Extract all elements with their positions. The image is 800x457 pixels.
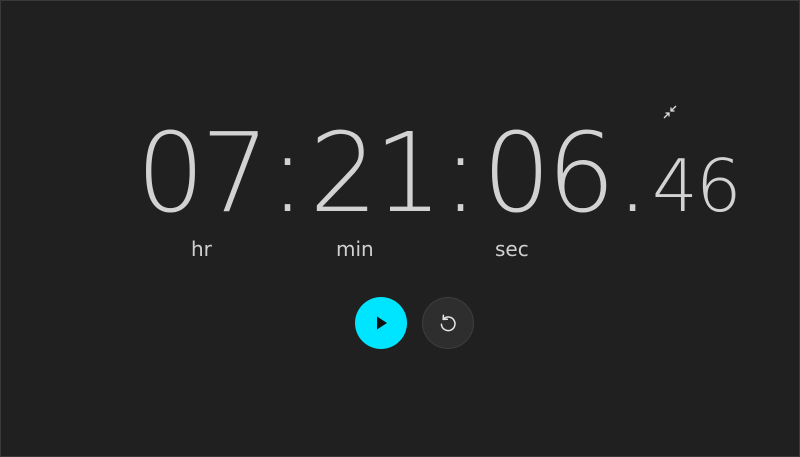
reset-button[interactable]	[422, 297, 474, 349]
hours-unit-label: hr	[191, 237, 212, 261]
time-separator: :	[268, 109, 307, 237]
reset-icon	[440, 314, 456, 332]
minutes-unit-label: min	[336, 237, 374, 261]
elapsed-time-display: 07 : 21 : 06 . 46	[135, 109, 741, 237]
decimal-point: .	[615, 109, 651, 237]
stopwatch-window: 07 : 21 : 06 . 46 hr min sec	[0, 0, 800, 457]
seconds-value: 06	[482, 109, 615, 237]
minutes-value: 21	[309, 109, 442, 237]
hours-value: 07	[136, 109, 269, 237]
time-separator: :	[442, 109, 480, 237]
play-button[interactable]	[355, 297, 407, 349]
hundredths-value: 46	[652, 144, 742, 228]
play-icon	[377, 316, 387, 330]
seconds-unit-label: sec	[495, 237, 529, 261]
